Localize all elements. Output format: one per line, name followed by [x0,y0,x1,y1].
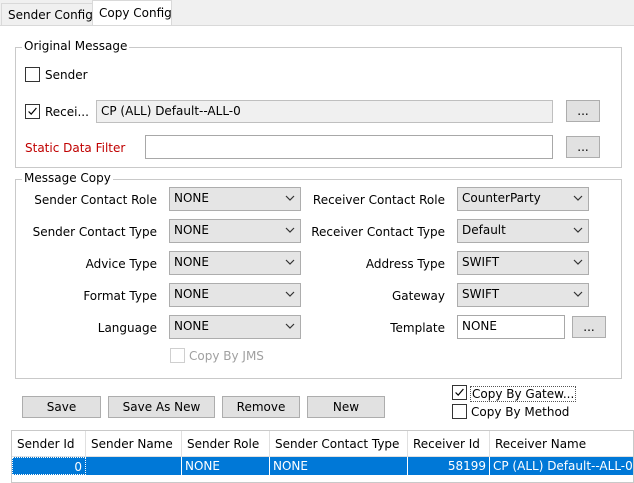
receiver-contact-role-value: CounterParty [462,191,541,205]
column-header-sender-contact-type[interactable]: Sender Contact Type [270,431,408,457]
receiver-contact-type-value: Default [462,223,506,237]
tab-strip: Sender Config Copy Config [0,0,634,26]
sender-contact-type-label: Sender Contact Type [32,225,157,239]
checkmark-icon [455,388,464,396]
cell-sender-role[interactable]: NONE [182,457,270,475]
chevron-down-icon [285,259,295,265]
copy-by-gateway-label: Copy By Gatew... [470,386,577,402]
cell-sender-id[interactable]: 0 [12,457,86,475]
sender-checkbox-label: Sender [45,68,88,82]
copy-by-method-checkbox[interactable] [452,404,467,419]
gateway-value: SWIFT [462,287,500,301]
column-header-receiver-id[interactable]: Receiver Id [408,431,490,457]
save-button[interactable]: Save [22,396,101,418]
address-type-label: Address Type [365,257,445,271]
format-type-label: Format Type [83,289,157,303]
chevron-down-icon [285,323,295,329]
template-label: Template [390,321,445,335]
language-select[interactable]: NONE [169,315,301,339]
static-data-filter-label: Static Data Filter [25,141,126,155]
table-row[interactable]: 0 NONE NONE 58199 CP (ALL) Default--ALL-… [12,457,633,475]
language-value: NONE [174,319,209,333]
address-type-select[interactable]: SWIFT [457,251,589,275]
copy-by-gateway-checkbox[interactable] [452,385,467,400]
sender-checkbox[interactable] [25,67,40,82]
copy-config-table: Sender Id Sender Name Sender Role Sender… [11,430,634,483]
tab-copy-config[interactable]: Copy Config [92,0,172,26]
receiver-browse-button[interactable]: ... [566,100,600,122]
cell-receiver-id[interactable]: 58199 [408,457,490,475]
format-type-value: NONE [174,287,209,301]
chevron-down-icon [573,227,583,233]
chevron-down-icon [573,259,583,265]
receiver-contact-type-select[interactable]: Default [457,219,589,243]
sender-contact-type-value: NONE [174,223,209,237]
message-copy-title: Message Copy [22,171,113,185]
sender-contact-role-select[interactable]: NONE [169,187,301,211]
copy-by-jms-checkbox[interactable] [170,348,185,363]
save-as-new-button[interactable]: Save As New [108,396,215,418]
chevron-down-icon [573,291,583,297]
static-data-filter-input[interactable] [145,135,553,159]
chevron-down-icon [285,227,295,233]
chevron-down-icon [573,195,583,201]
advice-type-label: Advice Type [85,257,157,271]
sender-contact-role-label: Sender Contact Role [34,193,157,207]
chevron-down-icon [285,195,295,201]
receiver-field: CP (ALL) Default--ALL-0 [96,100,553,123]
template-field[interactable]: NONE [457,315,565,339]
chevron-down-icon [285,291,295,297]
format-type-select[interactable]: NONE [169,283,301,307]
advice-type-value: NONE [174,255,209,269]
tab-sender-config[interactable]: Sender Config [1,3,93,25]
advice-type-select[interactable]: NONE [169,251,301,275]
static-data-filter-browse-button[interactable]: ... [566,136,600,158]
new-button[interactable]: New [307,396,385,418]
column-header-sender-name[interactable]: Sender Name [86,431,182,457]
column-header-receiver-name[interactable]: Receiver Name [490,431,633,457]
address-type-value: SWIFT [462,255,500,269]
column-header-sender-role[interactable]: Sender Role [182,431,270,457]
receiver-contact-role-label: Receiver Contact Role [312,193,445,207]
cell-sender-name[interactable] [86,457,182,475]
receiver-checkbox[interactable] [25,104,40,119]
receiver-contact-type-label: Receiver Contact Type [311,225,445,239]
column-header-sender-id[interactable]: Sender Id [12,431,86,457]
original-message-title: Original Message [22,39,130,53]
sender-contact-type-select[interactable]: NONE [169,219,301,243]
remove-button[interactable]: Remove [222,396,300,418]
copy-by-method-label: Copy By Method [471,405,570,419]
language-label: Language [97,321,157,335]
cell-sender-contact-type[interactable]: NONE [270,457,408,475]
checkmark-icon [28,107,37,115]
copy-by-jms-label: Copy By JMS [189,349,264,363]
receiver-contact-role-select[interactable]: CounterParty [457,187,589,211]
template-browse-button[interactable]: ... [572,316,606,338]
sender-contact-role-value: NONE [174,191,209,205]
gateway-select[interactable]: SWIFT [457,283,589,307]
gateway-label: Gateway [391,289,445,303]
receiver-checkbox-label: Recei... [45,105,89,119]
cell-receiver-name[interactable]: CP (ALL) Default--ALL-0 [490,457,633,475]
